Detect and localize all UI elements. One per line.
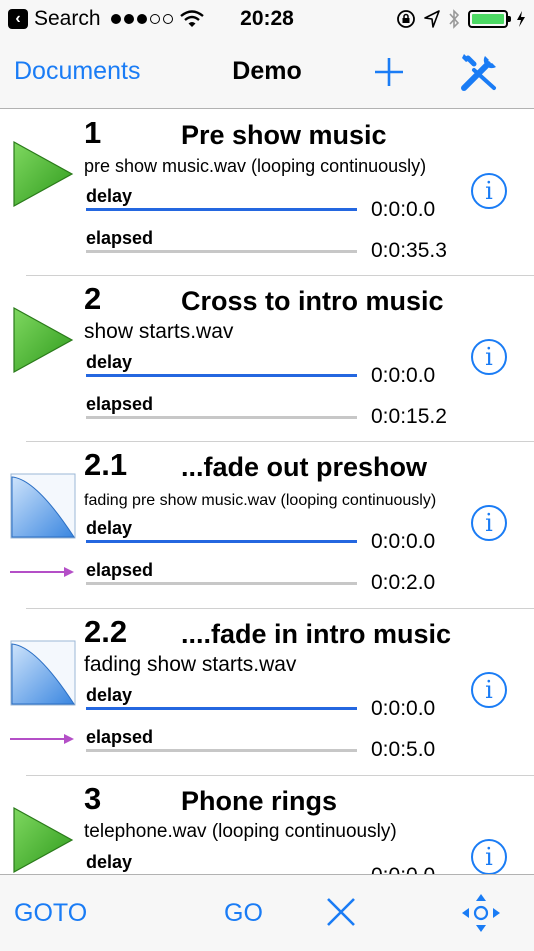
orientation-lock-icon (397, 10, 415, 28)
elapsed-label: elapsed (86, 228, 154, 248)
navigate-arrows-icon[interactable] (460, 892, 502, 934)
play-icon[interactable] (10, 805, 76, 874)
play-icon[interactable] (10, 305, 76, 375)
elapsed-value: 0:0:5.0 (371, 738, 436, 761)
page-title: Demo (232, 57, 302, 85)
add-icon[interactable] (372, 55, 406, 89)
elapsed-value: 0:0:35.3 (371, 239, 447, 262)
fade-icon[interactable] (10, 471, 76, 541)
cue-number: 1 (84, 115, 102, 150)
cue-number: 2.2 (84, 614, 128, 649)
goto-button[interactable]: GOTO (14, 899, 87, 928)
go-button[interactable]: GO (224, 899, 263, 928)
delay-value: 0:0:0.0 (371, 863, 435, 874)
cue-number: 3 (84, 781, 102, 816)
elapsed-label: elapsed (86, 727, 154, 747)
elapsed-label: elapsed (86, 394, 154, 414)
info-icon[interactable]: i (471, 505, 507, 541)
cue-row[interactable]: 2.2 ....fade in intro music fading show … (0, 608, 534, 774)
delay-label: delay (86, 518, 133, 538)
cue-list[interactable]: 1 Pre show music pre show music.wav (loo… (0, 109, 534, 874)
cue-name: Pre show music (181, 120, 387, 150)
tools-icon[interactable] (458, 50, 502, 94)
elapsed-bar (86, 250, 357, 253)
cue-row[interactable]: 1 Pre show music pre show music.wav (loo… (0, 109, 534, 275)
cue-file: telephone.wav (looping continuously) (84, 821, 397, 842)
elapsed-value: 0:0:2.0 (371, 571, 436, 594)
elapsed-label: elapsed (86, 560, 154, 580)
nav-bar: Documents Demo (0, 40, 534, 109)
cue-row[interactable]: 2.1 ...fade out preshow fading pre show … (0, 441, 534, 607)
status-bar: ‹ Search 20:28 (0, 0, 534, 40)
cue-name: ...fade out preshow (181, 452, 428, 482)
delay-value: 0:0:0.0 (371, 364, 436, 387)
elapsed-bar (86, 416, 357, 419)
cue-row[interactable]: 2 Cross to intro music show starts.wav d… (0, 275, 534, 441)
fade-icon[interactable] (10, 638, 76, 708)
fade-target-arrow (10, 567, 74, 577)
elapsed-bar (86, 582, 357, 585)
cue-number: 2.1 (84, 447, 128, 482)
delay-label: delay (86, 186, 133, 206)
delay-value: 0:0:0.0 (371, 530, 436, 553)
play-icon[interactable] (10, 139, 76, 209)
info-icon[interactable]: i (471, 173, 507, 209)
delay-bar (86, 707, 357, 710)
status-right (396, 8, 526, 30)
bluetooth-icon (449, 9, 460, 29)
row-divider (26, 775, 534, 776)
delay-label: delay (86, 685, 133, 705)
cue-name: Cross to intro music (181, 286, 444, 316)
bottom-toolbar: GOTO GO (0, 874, 534, 951)
battery-icon (468, 10, 511, 28)
cue-file: fading pre show music.wav (looping conti… (84, 492, 437, 509)
row-divider (26, 441, 534, 442)
elapsed-value: 0:0:15.2 (371, 405, 447, 428)
cue-row[interactable]: 3 Phone rings telephone.wav (looping con… (0, 775, 534, 874)
delay-label: delay (86, 352, 133, 372)
delay-label: delay (86, 852, 133, 872)
stop-icon[interactable] (324, 895, 358, 929)
location-icon (424, 10, 440, 28)
cue-name: ....fade in intro music (181, 619, 452, 649)
delay-value: 0:0:0.0 (371, 198, 436, 221)
info-icon[interactable]: i (471, 839, 507, 874)
delay-bar (86, 374, 357, 377)
fade-target-arrow (10, 734, 74, 744)
cue-file: show starts.wav (84, 320, 234, 343)
cue-file: pre show music.wav (looping continuously… (84, 156, 427, 176)
row-divider (26, 608, 534, 609)
charging-icon (517, 11, 525, 27)
info-icon[interactable]: i (471, 339, 507, 375)
elapsed-bar (86, 749, 357, 752)
delay-value: 0:0:0.0 (371, 697, 436, 720)
info-icon[interactable]: i (471, 672, 507, 708)
cue-number: 2 (84, 281, 102, 316)
cue-name: Phone rings (181, 786, 338, 816)
delay-bar (86, 540, 357, 543)
cue-file: fading show starts.wav (84, 653, 297, 676)
row-divider (26, 275, 534, 276)
delay-bar (86, 208, 357, 211)
